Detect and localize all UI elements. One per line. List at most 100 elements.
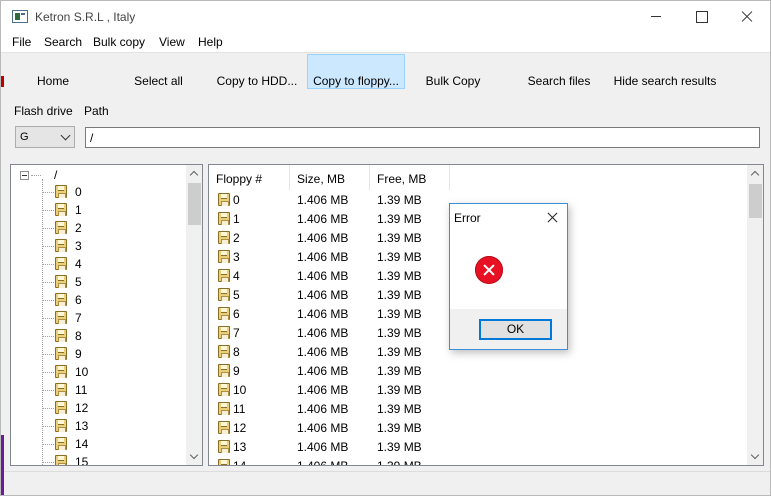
tree-item[interactable]: 7	[11, 309, 187, 327]
floppy-size: 1.406 MB	[297, 421, 349, 435]
floppy-free: 1.39 MB	[377, 193, 422, 207]
scroll-up-icon[interactable]	[186, 165, 202, 182]
tree-item[interactable]: 13	[11, 417, 187, 435]
column-header[interactable]: Floppy #	[209, 165, 290, 190]
floppy-disk-icon	[218, 383, 230, 396]
column-header[interactable]: Free, MB	[370, 165, 450, 190]
copy-to-floppy-button[interactable]: Copy to floppy...	[307, 54, 405, 89]
maximize-button[interactable]	[679, 1, 725, 32]
ok-button[interactable]: OK	[479, 319, 552, 340]
tree-connector	[43, 426, 54, 427]
home-button[interactable]: Home	[29, 54, 77, 89]
floppy-number: 3	[233, 250, 240, 264]
tree-item-label: 6	[75, 293, 82, 307]
table-row[interactable]: 9 1.406 MB 1.39 MB	[209, 361, 747, 380]
floppy-disk-icon	[55, 455, 67, 465]
floppy-free: 1.39 MB	[377, 364, 422, 378]
tree-scrollbar[interactable]	[186, 165, 202, 465]
tree-connector	[43, 462, 54, 463]
floppy-disk-icon	[218, 193, 230, 206]
tree-item[interactable]: 8	[11, 327, 187, 345]
hide-search-results-button[interactable]: Hide search results	[611, 54, 719, 89]
floppy-number: 11	[233, 402, 246, 416]
table-row[interactable]: 10 1.406 MB 1.39 MB	[209, 380, 747, 399]
tree-item[interactable]: 6	[11, 291, 187, 309]
copy-to-hdd-button[interactable]: Copy to HDD...	[211, 54, 303, 89]
floppy-disk-icon	[55, 383, 67, 396]
tree-connector	[43, 300, 54, 301]
tree-item[interactable]: 11	[11, 381, 187, 399]
menu-bulk-copy[interactable]: Bulk copy	[93, 35, 145, 49]
background-window-edge	[1, 76, 4, 87]
floppy-disk-icon	[218, 288, 230, 301]
tree-item[interactable]: 9	[11, 345, 187, 363]
scroll-down-icon[interactable]	[186, 448, 202, 465]
tree-connector	[43, 228, 54, 229]
menu-help[interactable]: Help	[198, 35, 223, 49]
tree-connector	[43, 192, 54, 193]
floppy-number: 14	[233, 459, 247, 466]
floppy-number: 2	[233, 231, 240, 245]
error-dialog: Error OK	[449, 203, 568, 350]
tree-item[interactable]: 10	[11, 363, 187, 381]
scroll-thumb[interactable]	[749, 184, 762, 218]
error-icon	[475, 256, 503, 284]
select-all-button[interactable]: Select all	[128, 54, 189, 89]
tree-item[interactable]: 15	[11, 453, 187, 465]
tree-item-label: 0	[75, 185, 82, 199]
status-bar	[1, 471, 770, 495]
tree-item[interactable]: 14	[11, 435, 187, 453]
tree-item[interactable]: 4	[11, 255, 187, 273]
scroll-thumb[interactable]	[188, 183, 201, 225]
path-input[interactable]	[85, 127, 760, 148]
flash-drive-select[interactable]: G	[15, 126, 75, 148]
collapse-toggle-icon[interactable]	[20, 171, 29, 180]
bulk-copy-button[interactable]: Bulk Copy	[421, 54, 485, 89]
title-bar[interactable]: Ketron S.R.L , Italy	[1, 1, 770, 32]
tree-connector	[43, 318, 54, 319]
floppy-number: 8	[233, 345, 240, 359]
path-label: Path	[84, 104, 109, 118]
scroll-down-icon[interactable]	[747, 448, 763, 465]
tree-item[interactable]: 12	[11, 399, 187, 417]
menu-file[interactable]: File	[12, 35, 31, 49]
folder-tree[interactable]: / 0 1 2 3 4 5 6 7 8 9 10 11 12 13 14 15	[10, 164, 203, 466]
floppy-size: 1.406 MB	[297, 288, 349, 302]
tree-item[interactable]: 1	[11, 201, 187, 219]
floppy-number: 6	[233, 307, 240, 321]
floppy-disk-icon	[218, 459, 230, 465]
tree-item[interactable]: 5	[11, 273, 187, 291]
floppy-free: 1.39 MB	[377, 326, 422, 340]
tree-item[interactable]: 3	[11, 237, 187, 255]
floppy-disk-icon	[218, 269, 230, 282]
tree-item[interactable]: 2	[11, 219, 187, 237]
close-button[interactable]	[724, 1, 770, 32]
tree-item-label: 13	[75, 419, 89, 433]
window-title: Ketron S.R.L , Italy	[35, 10, 136, 24]
menu-search[interactable]: Search	[44, 35, 82, 49]
tree-root[interactable]: /	[54, 168, 57, 182]
floppy-disk-icon	[55, 419, 67, 432]
tree-connector	[31, 175, 41, 176]
menu-view[interactable]: View	[159, 35, 185, 49]
floppy-free: 1.39 MB	[377, 383, 422, 397]
column-header[interactable]: Size, MB	[290, 165, 370, 190]
list-scrollbar[interactable]	[747, 165, 763, 465]
floppy-free: 1.39 MB	[377, 402, 422, 416]
tree-item-label: 8	[75, 329, 82, 343]
table-row[interactable]: 13 1.406 MB 1.39 MB	[209, 437, 747, 456]
tree-item[interactable]: 0	[11, 183, 187, 201]
floppy-size: 1.406 MB	[297, 250, 349, 264]
search-files-button[interactable]: Search files	[522, 54, 596, 89]
table-row[interactable]: 11 1.406 MB 1.39 MB	[209, 399, 747, 418]
floppy-disk-icon	[55, 329, 67, 342]
floppy-disk-icon	[218, 231, 230, 244]
table-row[interactable]: 12 1.406 MB 1.39 MB	[209, 418, 747, 437]
floppy-size: 1.406 MB	[297, 212, 349, 226]
app-icon	[12, 10, 28, 23]
floppy-disk-icon	[55, 185, 67, 198]
dialog-close-icon[interactable]	[543, 209, 563, 227]
minimize-button[interactable]	[633, 1, 679, 32]
scroll-up-icon[interactable]	[747, 165, 763, 182]
table-row[interactable]: 14 1.406 MB 1.39 MB	[209, 456, 747, 466]
